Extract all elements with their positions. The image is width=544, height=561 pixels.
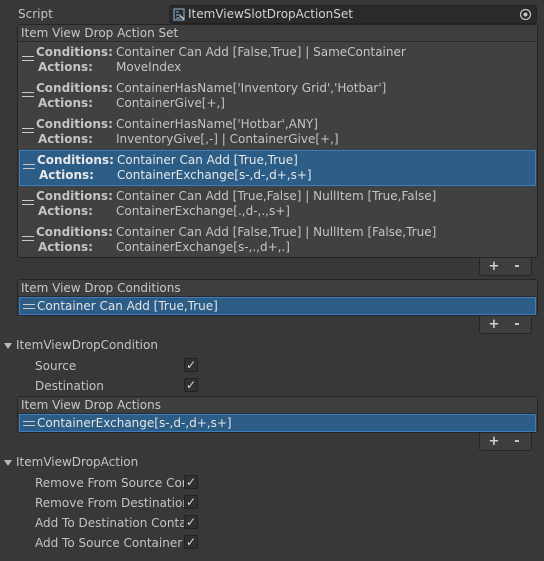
add-button[interactable]: + <box>485 259 503 274</box>
conditions-label: Conditions: <box>36 45 113 59</box>
action-set-row[interactable]: Conditions: Container Can Add [False,Tru… <box>19 223 536 259</box>
add-button[interactable]: + <box>485 434 503 449</box>
condition-foldout[interactable]: ItemViewDropCondition <box>4 338 158 353</box>
actions-label: Actions: <box>38 204 93 218</box>
conditions-label: Conditions: <box>36 117 113 131</box>
actions-value: ContainerExchange[s-,d-,d+,s+] <box>117 168 312 182</box>
drop-condition-value: Container Can Add [True,True] <box>37 299 218 313</box>
add-to-destination-label: Add To Destination Container <box>35 516 185 530</box>
script-object-field[interactable]: ItemViewSlotDropActionSet <box>169 5 537 24</box>
destination-checkbox[interactable]: ✓ <box>184 378 198 392</box>
foldout-arrow-icon[interactable] <box>4 459 12 466</box>
script-file-icon <box>173 8 185 21</box>
drop-action-set-footer: + - <box>479 258 532 276</box>
remove-button[interactable]: - <box>508 434 526 449</box>
object-picker-icon[interactable] <box>519 8 532 21</box>
drag-handle-icon[interactable] <box>23 164 35 169</box>
action-set-row[interactable]: Conditions: Container Can Add [True,Fals… <box>19 187 536 223</box>
actions-label: Actions: <box>39 168 94 182</box>
conditions-label: Conditions: <box>36 189 113 203</box>
drop-action-set-header: Item View Drop Action Set <box>18 25 537 42</box>
remove-from-source-checkbox[interactable]: ✓ <box>184 475 198 489</box>
add-to-destination-checkbox[interactable]: ✓ <box>184 515 198 529</box>
foldout-arrow-icon[interactable] <box>4 342 12 349</box>
remove-from-destination-label: Remove From Destination Container <box>35 496 185 510</box>
actions-value: InventoryGive[,-] | ContainerGive[+,] <box>116 132 339 146</box>
add-button[interactable]: + <box>485 317 503 332</box>
actions-value: MoveIndex <box>116 60 182 74</box>
condition-foldout-title: ItemViewDropCondition <box>16 338 158 352</box>
conditions-label: Conditions: <box>37 153 114 167</box>
drop-conditions-header: Item View Drop Conditions <box>18 280 537 297</box>
actions-value: ContainerExchange[s-,.,d+,.] <box>116 240 290 254</box>
conditions-value: Container Can Add [True,False] | NullIte… <box>116 189 437 203</box>
drop-actions-header: Item View Drop Actions <box>18 397 537 414</box>
add-to-source-label: Add To Source Container <box>35 536 183 550</box>
drag-handle-icon[interactable] <box>22 200 34 205</box>
drag-handle-icon[interactable] <box>22 56 34 61</box>
action-set-row[interactable]: Conditions: ContainerHasName['Hotbar',AN… <box>19 115 536 151</box>
script-label: Script <box>18 7 53 21</box>
drag-handle-icon[interactable] <box>22 128 34 133</box>
script-value: ItemViewSlotDropActionSet <box>188 7 353 21</box>
action-set-row[interactable]: Conditions: ContainerHasName['Inventory … <box>19 79 536 115</box>
action-foldout[interactable]: ItemViewDropAction <box>4 455 138 470</box>
drop-conditions-list: Item View Drop Conditions Container Can … <box>17 279 538 316</box>
conditions-value: Container Can Add [True,True] <box>117 153 298 167</box>
actions-label: Actions: <box>38 60 93 74</box>
conditions-label: Conditions: <box>36 225 113 239</box>
drag-handle-icon[interactable] <box>23 421 35 426</box>
conditions-value: ContainerHasName['Hotbar',ANY] <box>116 117 318 131</box>
actions-value: ContainerExchange[.,d-,.,s+] <box>116 204 290 218</box>
add-to-source-checkbox[interactable]: ✓ <box>184 535 198 549</box>
conditions-value: Container Can Add [False,True] | NullIte… <box>116 225 437 239</box>
action-foldout-title: ItemViewDropAction <box>16 455 139 469</box>
drag-handle-icon[interactable] <box>22 236 34 241</box>
actions-value: ContainerGive[+,] <box>116 96 225 110</box>
conditions-value: Container Can Add [False,True] | SameCon… <box>116 45 406 59</box>
actions-label: Actions: <box>38 96 93 110</box>
destination-label: Destination <box>35 379 104 393</box>
drop-condition-item[interactable]: Container Can Add [True,True] <box>19 297 536 315</box>
drag-handle-icon[interactable] <box>23 304 35 309</box>
drop-actions-footer: + - <box>479 433 532 451</box>
action-set-row[interactable]: Conditions: Container Can Add [False,Tru… <box>19 43 536 79</box>
source-label: Source <box>35 359 77 373</box>
remove-from-destination-checkbox[interactable]: ✓ <box>184 495 198 509</box>
conditions-label: Conditions: <box>36 81 113 95</box>
remove-from-source-label: Remove From Source Container <box>35 476 185 490</box>
drop-action-set-list: Item View Drop Action Set Conditions: Co… <box>17 24 538 258</box>
drop-action-item[interactable]: ContainerExchange[s-,d-,d+,s+] <box>19 414 536 432</box>
drop-conditions-footer: + - <box>479 316 532 334</box>
remove-button[interactable]: - <box>508 259 526 274</box>
conditions-value: ContainerHasName['Inventory Grid','Hotba… <box>116 81 387 95</box>
drag-handle-icon[interactable] <box>22 92 34 97</box>
remove-button[interactable]: - <box>508 317 526 332</box>
actions-label: Actions: <box>38 132 93 146</box>
drop-action-value: ContainerExchange[s-,d-,d+,s+] <box>37 416 232 430</box>
drop-actions-list: Item View Drop Actions ContainerExchange… <box>17 396 538 433</box>
actions-label: Actions: <box>38 240 93 254</box>
source-checkbox[interactable]: ✓ <box>184 358 198 372</box>
action-set-row-selected[interactable]: Conditions: Container Can Add [True,True… <box>19 150 536 186</box>
